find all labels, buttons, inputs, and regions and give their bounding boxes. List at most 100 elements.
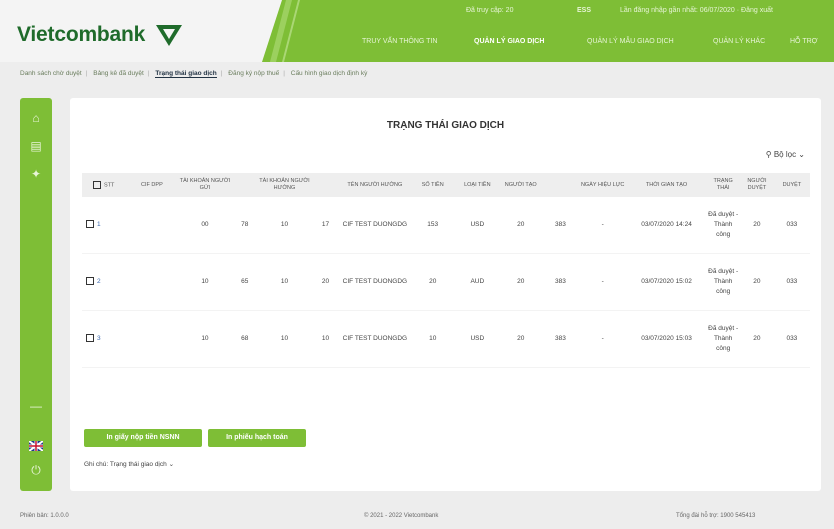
header-cell: NGƯỜI TẠO [499,173,543,197]
table-row[interactable]: 2 10 65 10 20 CIF TEST DUONGDG 20 AUD 20… [82,253,810,311]
header-cell: TRẠNG THÁI [706,173,741,197]
header-cell: TÀI KHOẢN NGƯỜI HƯỞNG [257,173,311,197]
table-cell: 10 [257,253,311,311]
header-cell [542,173,579,197]
minus-icon[interactable]: — [28,398,44,414]
status-cell: Đã duyệt - Thành công [706,253,741,311]
footer-version: Phiên bản: 1.0.0.0 [20,513,69,519]
status-cell: Đã duyệt - Thành công [706,310,741,368]
table-header-row: STT CIF DPP TÀI KHOẢN NGƯỜI GỬI TÀI KHOẢ… [82,173,810,197]
chevron-down-icon: ⌄ [798,150,805,159]
table-cell: 20 [499,253,543,311]
nav-quan-ly-giao-dich[interactable]: QUẢN LÝ GIAO DỊCH [474,38,544,45]
table-cell: CIF TEST DUONGDG [339,253,410,311]
subnav-item[interactable]: Danh sách chờ duyệt [20,70,82,77]
header-cell: NGÀY HIỆU LỰC [578,173,627,197]
header-cell: LOẠI TIỀN [455,173,500,197]
footer-hotline: Tổng đài hỗ trợ: 1900 545413 [676,513,756,519]
table-cell: 033 [773,310,810,368]
checkbox-select-all[interactable] [93,180,101,189]
logo[interactable]: Vietcombank [17,23,145,47]
table-cell: 20 [740,310,774,368]
row-select[interactable]: 3 [82,310,126,368]
home-icon[interactable]: ⌂ [28,110,44,126]
table-cell: 10 [178,310,232,368]
vcb-logo-icon [156,25,182,46]
status-note[interactable]: Ghi chú: Trạng thái giao dịch ⌄ [84,460,174,468]
table-cell: CIF TEST DUONGDG [339,197,410,254]
subnav-item[interactable]: Bảng kê đã duyệt [93,70,144,77]
transaction-table: STT CIF DPP TÀI KHOẢN NGƯỜI GỬI TÀI KHOẢ… [82,173,810,368]
nav-quan-ly-khac[interactable]: QUẢN LÝ KHÁC [713,38,765,45]
table-cell: - [578,253,627,311]
table-cell: 03/07/2020 15:02 [626,253,707,311]
table-cell: 10 [311,310,340,368]
nav-ho-tro[interactable]: HỖ TRỢ [790,38,818,45]
table-cell: 10 [257,310,311,368]
table-cell: 153 [409,197,456,254]
satellite-icon[interactable]: ✦ [28,166,44,182]
last-login[interactable]: Lần đăng nhập gần nhất: 06/07/2020 · Đăn… [620,7,773,14]
table-cell: AUD [455,253,500,311]
sidebar: ⌂ ▤ ✦ — ⏻ [20,98,52,491]
row-select[interactable]: 1 [82,197,126,254]
table-row[interactable]: 3 10 68 10 10 CIF TEST DUONGDG 10 USD 20… [82,310,810,368]
table-cell: 78 [231,197,258,254]
header-cell: TÀI KHOẢN NGƯỜI GỬI [178,173,232,197]
table-cell [125,253,179,311]
table-cell: 383 [542,253,579,311]
table-cell: 383 [542,310,579,368]
filter-label: Bộ lọc [773,150,797,159]
header-select-all[interactable]: STT [82,173,126,197]
subnav-item[interactable]: Đăng ký nộp thuế [228,70,279,77]
filter-button[interactable]: ⚲ Bộ lọc ⌄ [766,150,805,159]
table-cell: 20 [740,253,774,311]
table-cell: 00 [178,197,232,254]
row-checkbox[interactable] [86,220,94,229]
row-select[interactable]: 2 [82,253,126,311]
subnav-item-active[interactable]: Trạng thái giao dịch [155,70,217,78]
header-cell [231,173,258,197]
table-cell [125,310,179,368]
card-icon[interactable]: ▤ [28,138,44,154]
header-cell: CIF DPP [125,173,179,197]
table-cell: - [578,197,627,254]
table-cell: 10 [257,197,311,254]
table-cell: 03/07/2020 15:03 [626,310,707,368]
table-cell: CIF TEST DUONGDG [339,310,410,368]
table-cell: 68 [231,310,258,368]
table-cell: 17 [311,197,340,254]
table-cell: 03/07/2020 14:24 [626,197,707,254]
subnav-item[interactable]: Cấu hình giao dịch định kỳ [291,70,368,77]
print-nsnn-button[interactable]: In giấy nộp tiền NSNN [84,429,202,447]
nav-truy-van[interactable]: TRUY VẤN THÔNG TIN [362,38,437,45]
page-title: TRẠNG THÁI GIAO DỊCH [386,120,505,131]
flag-uk-icon[interactable] [28,438,44,454]
main-panel: TRẠNG THÁI GIAO DỊCH ⚲ Bộ lọc ⌄ STT CIF … [70,98,821,491]
header-cell: SỐ TIỀN [409,173,456,197]
print-accounting-button[interactable]: In phiếu hạch toán [208,429,306,447]
header-cell: THỜI GIAN TẠO [626,173,707,197]
table-cell: 65 [231,253,258,311]
table-cell: 10 [409,310,456,368]
table-cell: 383 [542,197,579,254]
status-cell: Đã duyệt - Thành công [706,197,741,254]
filter-icon: ⚲ [765,150,772,159]
table-cell: 20 [740,197,774,254]
power-icon[interactable]: ⏻ [28,462,44,478]
header: Vietcombank Đã truy cập: 20 ESS Lần đăng… [0,0,834,62]
row-checkbox[interactable] [86,277,94,286]
header-cell [311,173,340,197]
table-cell: 033 [773,197,810,254]
header-cell: DUYỆT [773,173,810,197]
table-cell: 033 [773,253,810,311]
row-checkbox[interactable] [86,334,94,343]
table-row[interactable]: 1 00 78 10 17 CIF TEST DUONGDG 153 USD 2… [82,197,810,254]
nav-quan-ly-mau[interactable]: QUẢN LÝ MẪU GIAO DỊCH [587,38,674,45]
table-cell: USD [455,310,500,368]
table-cell: USD [455,197,500,254]
sub-navigation: Danh sách chờ duyệt | Bảng kê đã duyệt | T… [20,70,368,78]
table-cell: 20 [409,253,456,311]
table-cell: 20 [311,253,340,311]
visit-count: Đã truy cập: 20 [466,7,514,14]
